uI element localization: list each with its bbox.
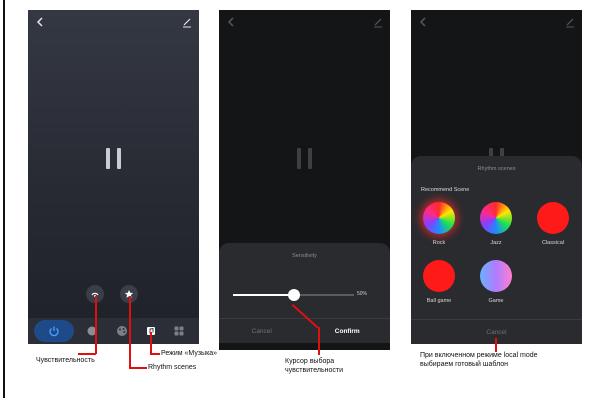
scene-swatch	[423, 202, 455, 234]
annotation-sensitivity: Чувствительность	[36, 357, 95, 364]
annotation-music-mode: Режим «Музыка»	[161, 350, 218, 357]
back-icon[interactable]	[417, 16, 429, 28]
scene-item-classical[interactable]: Classical	[533, 202, 573, 246]
rhythm-scenes-sheet: Rhythm scenes Recommend Scene Rock Jazz Cl…	[411, 156, 582, 344]
sheet-title: Rhythm scenes	[477, 166, 516, 172]
pause-icon[interactable]	[105, 148, 122, 169]
scene-item-rock[interactable]: Rock	[419, 202, 459, 246]
phone-screen-main	[28, 10, 199, 344]
annotation-line	[78, 353, 96, 355]
sensitivity-slider[interactable]	[233, 289, 354, 301]
edit-icon[interactable]	[372, 16, 384, 28]
phone-screen-rhythm: Rhythm scenes Recommend Scene Rock Jazz Cl…	[411, 10, 582, 344]
annotation-line	[129, 367, 147, 369]
scene-swatch	[480, 260, 512, 292]
scene-item-ball-game[interactable]: Ball game	[419, 260, 459, 304]
palette-icon[interactable]	[116, 325, 128, 337]
annotation-line	[129, 296, 131, 368]
annotation-local-line1: При включенном режиме local mode	[420, 352, 538, 359]
scene-swatch	[537, 202, 569, 234]
scene-item-jazz[interactable]: Jazz	[476, 202, 516, 246]
annotation-line	[318, 327, 320, 355]
annotation-line	[150, 353, 160, 355]
scene-swatch	[423, 260, 455, 292]
frame-border	[3, 0, 5, 398]
bottom-nav-bar	[28, 318, 199, 344]
scene-label: Rock	[432, 240, 446, 246]
slider-fill	[233, 294, 294, 296]
grid-icon[interactable]	[173, 325, 185, 337]
annotation-rhythm-scenes: Rhythm scenes	[148, 364, 197, 371]
scene-label: Game	[488, 298, 504, 304]
annotation-line	[150, 332, 152, 354]
pause-icon	[296, 148, 313, 169]
scene-label: Classical	[541, 240, 564, 246]
annotation-cursor-line2: чувствительности	[285, 367, 344, 374]
sensitivity-sheet: Sensitivity 50% Cancel Confirm	[219, 243, 390, 343]
sheet-title: Sensitivity	[292, 253, 317, 259]
back-icon[interactable]	[34, 16, 46, 28]
annotation-local-line2: выбираем готовый шаблон	[420, 361, 508, 368]
slider-knob[interactable]	[287, 289, 300, 301]
edit-icon[interactable]	[181, 16, 193, 28]
annotation-cursor-line1: Курсор выбора	[285, 358, 335, 365]
power-button[interactable]	[34, 320, 74, 342]
slider-value: 50%	[357, 291, 368, 297]
section-label: Recommend Scene	[421, 187, 470, 193]
scene-label: Ball game	[426, 298, 452, 304]
scene-item-game[interactable]: Game	[476, 260, 516, 304]
cancel-button[interactable]: Cancel	[411, 320, 582, 344]
edit-icon[interactable]	[564, 16, 576, 28]
back-icon[interactable]	[225, 16, 237, 28]
power-icon	[49, 326, 59, 337]
cancel-button[interactable]: Cancel	[219, 319, 305, 343]
annotation-line	[95, 296, 97, 354]
scene-swatch	[480, 202, 512, 234]
phone-screen-sensitivity: Sensitivity 50% Cancel Confirm	[219, 10, 390, 350]
annotation-line	[495, 338, 497, 352]
scene-label: Jazz	[490, 240, 502, 246]
